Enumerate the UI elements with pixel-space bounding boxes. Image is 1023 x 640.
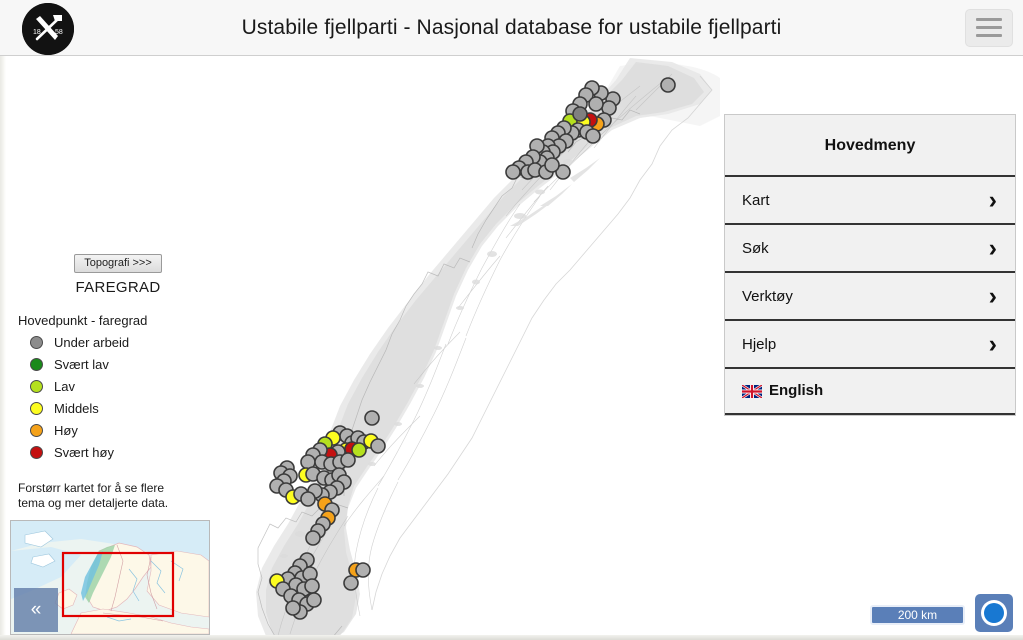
page-title: Ustabile fjellparti - Nasjonal database … (241, 16, 782, 39)
overview-collapse-button[interactable]: « (14, 588, 58, 632)
map-point[interactable] (588, 96, 604, 112)
map-point[interactable] (572, 106, 588, 122)
chevron-right-icon: › (988, 282, 997, 310)
legend-swatch-icon (30, 357, 43, 371)
legend-item-label: Svært lav (54, 356, 109, 372)
locate-dot-icon (984, 603, 1004, 623)
legend-item-label: Svært høy (54, 444, 114, 460)
union-jack-icon (742, 384, 762, 398)
map-left-edge (0, 56, 6, 640)
main-menu-panel: Hovedmeny Kart › Søk › Verktøy › Hjelp › Englis… (724, 114, 1016, 416)
map-point[interactable] (355, 562, 371, 578)
map-point[interactable] (351, 442, 367, 458)
legend-swatch-icon (30, 401, 43, 415)
menu-item-label: Hjelp (742, 336, 777, 353)
menu-item-english[interactable]: English (725, 369, 1015, 415)
legend-item-label: Lav (54, 378, 75, 394)
topografi-button[interactable]: Topografi >>> (74, 254, 162, 273)
legend-note-line1: Forstørr kartet for å se flere (18, 481, 165, 495)
hamburger-bar (976, 26, 1002, 29)
legend-swatch-icon (30, 445, 43, 459)
menu-item-label: Kart (742, 192, 770, 209)
map-point[interactable] (306, 592, 322, 608)
legend-note-line2: tema og mer detaljerte data. (18, 496, 169, 511)
map-viewport[interactable]: Topografi >>> FAREGRAD Hovedpunkt - fare… (0, 56, 1023, 640)
legend-item-label: Høy (54, 422, 78, 438)
map-point[interactable] (305, 530, 321, 546)
menu-item-english-label: English (769, 382, 824, 399)
legend-item: Middels (18, 400, 218, 416)
legend-theme-title: FAREGRAD (75, 279, 161, 296)
map-point[interactable] (340, 452, 356, 468)
scale-bar: 200 km (870, 605, 965, 625)
chevron-right-icon: › (988, 234, 997, 262)
application-window: Ustabile fjellparti - Nasjonal database … (0, 0, 1023, 640)
legend-item-label: Middels (54, 400, 99, 416)
map-point[interactable] (585, 128, 601, 144)
chevron-right-icon: › (988, 330, 997, 358)
locate-button[interactable] (975, 594, 1013, 632)
main-menu-title: Hovedmeny (725, 115, 1015, 177)
map-point[interactable] (660, 77, 676, 93)
legend-item: Høy (18, 422, 218, 438)
legend-item: Lav (18, 378, 218, 394)
app-header: Ustabile fjellparti - Nasjonal database … (0, 0, 1023, 56)
legend-swatch-icon (30, 423, 43, 437)
logo-year-left: 18 (33, 29, 41, 36)
hamburger-bar (976, 34, 1002, 37)
legend-item: Under arbeid (18, 334, 218, 350)
map-point[interactable] (285, 600, 301, 616)
map-point[interactable] (304, 578, 320, 594)
legend-items: Under arbeid Svært lav Lav Middels Høy Svært … (18, 334, 218, 460)
legend-note: Forstørr kartet for å se flere tema og m… (18, 481, 193, 512)
legend-item: Svært høy (18, 444, 218, 460)
map-point[interactable] (505, 164, 521, 180)
ngu-logo: 18 58 (22, 3, 74, 55)
menu-item-verktøy[interactable]: Verktøy › (725, 273, 1015, 321)
map-point[interactable] (544, 157, 560, 173)
logo-hammer-pick-icon: 18 58 (22, 3, 74, 55)
map-point[interactable] (364, 410, 380, 426)
legend-swatch-icon (30, 379, 43, 393)
menu-item-hjelp[interactable]: Hjelp › (725, 321, 1015, 369)
map-bottom-edge (0, 635, 1023, 640)
map-legend: Topografi >>> FAREGRAD Hovedpunkt - fare… (18, 254, 218, 512)
menu-item-søk[interactable]: Søk › (725, 225, 1015, 273)
menu-item-label: Verktøy (742, 288, 793, 305)
map-point[interactable] (343, 575, 359, 591)
hamburger-menu-button[interactable] (965, 9, 1013, 47)
menu-item-label: Søk (742, 240, 769, 257)
menu-item-kart[interactable]: Kart › (725, 177, 1015, 225)
legend-item: Svært lav (18, 356, 218, 372)
legend-subtitle: Hovedpunkt - faregrad (18, 313, 148, 328)
logo-year-right: 58 (55, 29, 63, 36)
legend-item-label: Under arbeid (54, 334, 130, 350)
map-point[interactable] (370, 438, 386, 454)
legend-swatch-icon (30, 335, 43, 349)
map-point[interactable] (300, 491, 316, 507)
hamburger-bar (976, 18, 1002, 21)
chevron-right-icon: › (988, 186, 997, 214)
main-menu-items: Kart › Søk › Verktøy › Hjelp › (725, 177, 1015, 369)
